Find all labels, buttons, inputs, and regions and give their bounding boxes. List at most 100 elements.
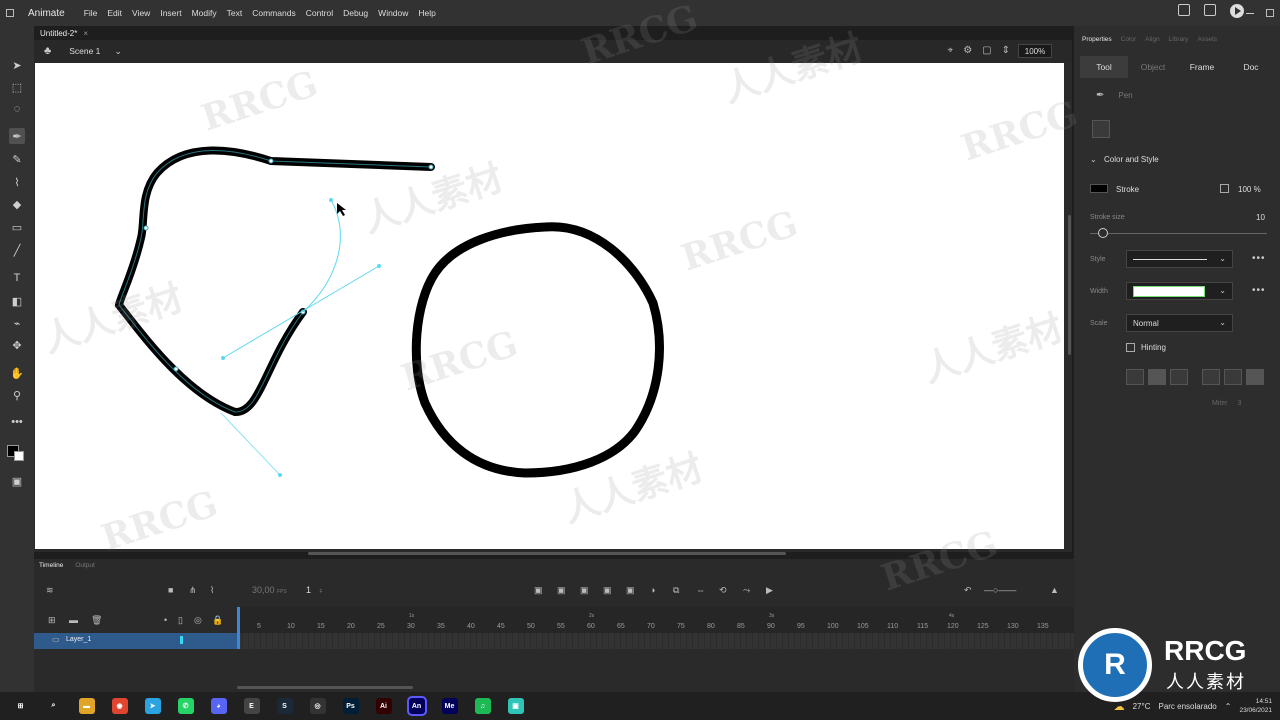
frame-ruler[interactable]: 5 10 15 20 25 30 35 40 45 50 55 60 65 70 75 80 85 90 95 100… <box>237 613 1074 633</box>
parenting-icon[interactable]: ⋔ <box>189 585 199 595</box>
text-tool-icon[interactable]: T <box>9 270 25 286</box>
zoom-level[interactable]: 100% <box>1018 44 1052 58</box>
maximize-icon[interactable] <box>1266 9 1274 17</box>
taskbar-app-icon[interactable]: An <box>406 696 427 716</box>
pin-icon[interactable]: ✥ <box>9 337 25 353</box>
panel-tab-properties[interactable]: Properties <box>1082 36 1112 50</box>
blank-keyframe-icon[interactable]: ▣ <box>557 585 567 595</box>
insert-frame-icon[interactable]: ▣ <box>603 585 613 595</box>
frame-track[interactable] <box>237 633 1074 649</box>
menu-item-control[interactable]: Control <box>301 8 338 18</box>
tab-timeline[interactable]: Timeline <box>39 562 63 570</box>
graph-icon[interactable]: ⌇ <box>210 585 220 595</box>
layers-icon[interactable]: ≋ <box>46 585 56 595</box>
stroke-size-slider[interactable] <box>1090 233 1267 234</box>
taskbar-app-icon[interactable]: ➤ <box>144 698 161 714</box>
taskbar-app-icon[interactable]: Me <box>441 698 458 714</box>
menu-item-file[interactable]: File <box>79 8 103 18</box>
taskbar-app-icon[interactable]: E <box>243 698 260 714</box>
remove-frame-icon[interactable]: ▣ <box>626 585 636 595</box>
layer-row[interactable]: ▭ Layer_1 <box>34 633 237 649</box>
cap-square-button[interactable] <box>1170 369 1188 385</box>
tool-options-button[interactable] <box>1092 120 1110 138</box>
workspace-icons[interactable] <box>0 0 20 26</box>
horizontal-scrollbar[interactable] <box>308 552 786 555</box>
camera-icon[interactable]: ■ <box>168 585 178 595</box>
frames-area[interactable]: 5 10 15 20 25 30 35 40 45 50 55 60 65 70 75 80 85 90 95 100… <box>237 607 1074 649</box>
menu-item-modify[interactable]: Modify <box>187 8 222 18</box>
layer-color-swatch[interactable] <box>180 636 183 644</box>
panel-tab-color[interactable]: Color <box>1121 36 1137 50</box>
window-controls[interactable] <box>1240 0 1280 26</box>
screen-mode-icon[interactable] <box>1204 4 1216 16</box>
menu-item-window[interactable]: Window <box>373 8 413 18</box>
panel-tab-assets[interactable]: Assets <box>1198 36 1218 50</box>
doc-tab[interactable]: Untitled-2* <box>34 29 83 38</box>
more-options-icon[interactable]: ••• <box>1252 253 1266 264</box>
clock[interactable]: 14:51 23/06/2021 <box>1239 697 1272 715</box>
taskbar-app-icon[interactable]: ✆ <box>177 698 194 714</box>
taskbar-app-icon[interactable]: ▬ <box>78 698 95 714</box>
pen-tool-icon[interactable]: ✒ <box>9 128 25 144</box>
edit-symbols-icon[interactable]: ⚙ <box>963 45 972 56</box>
weather-text[interactable]: Parc ensolarado <box>1158 702 1216 711</box>
rectangle-icon[interactable]: ▭ <box>9 219 25 235</box>
miter-value[interactable]: 3 <box>1238 400 1242 407</box>
scale-dropdown[interactable]: Normal ⌄ <box>1126 314 1233 332</box>
taskbar-app-icon[interactable]: ⊞ <box>12 698 29 714</box>
canvas[interactable] <box>35 63 1064 549</box>
menu-item-commands[interactable]: Commands <box>247 8 300 18</box>
free-transform-icon[interactable]: ⬚ <box>9 79 25 95</box>
chevron-down-icon[interactable]: ⌄ <box>1090 155 1097 164</box>
menu-item-view[interactable]: View <box>127 8 155 18</box>
object-draw-icon[interactable]: ▣ <box>9 473 25 489</box>
zoom-icon[interactable]: ⚲ <box>9 387 25 403</box>
more-options-icon[interactable]: ••• <box>1252 285 1266 296</box>
highlight-icon[interactable]: • <box>164 615 174 625</box>
stroke-size-value[interactable]: 10 <box>1256 213 1265 222</box>
taskbar-app-icon[interactable]: S <box>276 698 293 714</box>
play-icon[interactable]: ▶ <box>766 585 776 595</box>
taskbar-app-icon[interactable]: ◉ <box>111 698 128 714</box>
more-tools-icon[interactable]: ••• <box>9 414 25 430</box>
trash-icon[interactable]: 🗑 <box>91 615 102 625</box>
style-dropdown[interactable]: ⌄ <box>1126 250 1233 268</box>
folder-icon[interactable]: ▬ <box>69 615 79 625</box>
subtab-object[interactable]: Object <box>1129 56 1177 78</box>
fill-color-swatch[interactable] <box>14 451 24 461</box>
zoom-stepper-icon[interactable]: ⇕ <box>1002 45 1010 56</box>
subtab-frame[interactable]: Frame <box>1178 56 1226 78</box>
eraser-icon[interactable]: ◆ <box>9 196 25 212</box>
tray-chevron-icon[interactable]: ⌃ <box>1225 702 1232 711</box>
tween-icon[interactable]: ⟲ <box>719 585 729 595</box>
onion-skin-icon[interactable]: ◑ <box>650 585 660 595</box>
hand-icon[interactable]: ✋ <box>9 365 25 381</box>
cap-none-button[interactable] <box>1126 369 1144 385</box>
taskbar-app-icon[interactable]: ▣ <box>507 698 524 714</box>
hinting-checkbox[interactable] <box>1126 343 1135 352</box>
menu-item-insert[interactable]: Insert <box>155 8 186 18</box>
menu-item-debug[interactable]: Debug <box>338 8 373 18</box>
section-title[interactable]: Color and Style <box>1104 155 1159 164</box>
fps-value[interactable]: 30,00 FPS <box>252 585 287 595</box>
new-layer-icon[interactable]: ⊞ <box>48 615 58 625</box>
tab-output[interactable]: Output <box>75 562 95 570</box>
menu-item-edit[interactable]: Edit <box>102 8 127 18</box>
paint-brush-icon[interactable]: ⌇ <box>9 174 25 190</box>
chevron-down-icon[interactable]: ⌄ <box>114 46 122 57</box>
panel-tab-align[interactable]: Align <box>1145 36 1159 50</box>
taskbar-app-icon[interactable]: ♫ <box>474 698 491 714</box>
eyedropper-icon[interactable]: ⌁ <box>9 315 25 331</box>
selection-tool-icon[interactable]: ➤ <box>9 57 25 73</box>
menu-item-text[interactable]: Text <box>222 8 248 18</box>
taskbar-app-icon[interactable]: Ps <box>342 698 359 714</box>
subtab-doc[interactable]: Doc <box>1227 56 1275 78</box>
share-icon[interactable] <box>1178 4 1190 16</box>
timeline-zoom-slider[interactable]: —○—— <box>984 585 1024 595</box>
taskbar-app-icon[interactable]: ◎ <box>309 698 326 714</box>
taskbar-app-icon[interactable]: ⌕ <box>45 698 62 714</box>
panel-tab-library[interactable]: Library <box>1169 36 1189 50</box>
brush-icon[interactable]: ✎ <box>9 151 25 167</box>
insert-keyframe-icon[interactable]: ▣ <box>534 585 544 595</box>
subtab-tool[interactable]: Tool <box>1080 56 1128 78</box>
